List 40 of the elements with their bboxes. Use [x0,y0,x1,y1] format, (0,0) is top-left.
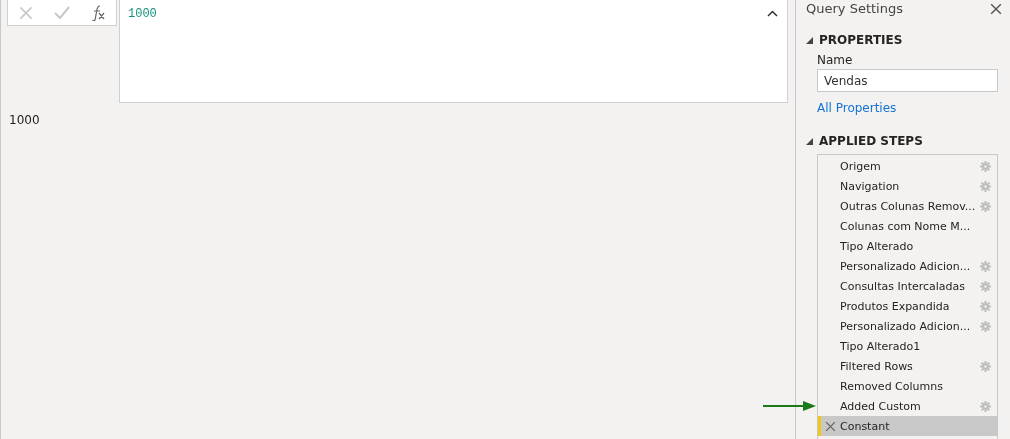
result-value: 1000 [9,113,41,127]
step-item[interactable]: Personalizado Adicion... [818,256,997,276]
step-item[interactable]: Personalizado Adicion... [818,316,997,336]
step-item[interactable]: Colunas com Nome M... [818,216,997,236]
step-item[interactable]: Consultas Intercaladas [818,276,997,296]
gear-icon[interactable] [980,400,991,412]
step-item[interactable]: Produtos Expandida [818,296,997,316]
properties-link[interactable]: All Properties [817,101,1008,115]
step-item[interactable]: Added Custom [818,396,997,416]
step-item[interactable]: Outras Colunas Remov... [818,196,997,216]
arrow-drawing [763,400,816,412]
step-item[interactable]: Tipo Alterado1 [818,336,997,356]
delete-icon[interactable] [825,420,836,432]
step-item[interactable]: Origem [818,156,997,176]
collapse-icon[interactable] [806,137,813,145]
panel-title: Query Settings [806,1,903,16]
check-icon[interactable] [54,6,70,19]
gear-icon[interactable] [980,160,991,172]
formula-field[interactable]: 1000 [119,0,788,103]
function-icon[interactable] [91,4,106,21]
close-icon[interactable] [990,2,1002,15]
section-heading: PROPERTIES [819,33,903,47]
gear-icon[interactable] [980,260,991,272]
gear-icon[interactable] [980,320,991,332]
cancel-icon[interactable] [18,5,33,20]
section-heading: APPLIED STEPS [819,134,923,148]
collapse-icon[interactable] [806,36,813,44]
gear-icon[interactable] [980,360,991,372]
name-field[interactable]: Vendas [817,69,998,92]
gear-icon[interactable] [980,300,991,312]
field-label: Name [817,53,854,67]
gear-icon[interactable] [980,180,991,192]
step-item[interactable]: Removed Columns [818,376,997,396]
gear-icon[interactable] [980,280,991,292]
step-item[interactable]: Constant [818,416,997,436]
step-item[interactable]: Navigation [818,176,997,196]
collapse-icon[interactable] [767,10,778,17]
step-item[interactable]: Tipo Alterado [818,236,997,256]
step-item[interactable]: Filtered Rows [818,356,997,376]
gear-icon[interactable] [980,200,991,212]
